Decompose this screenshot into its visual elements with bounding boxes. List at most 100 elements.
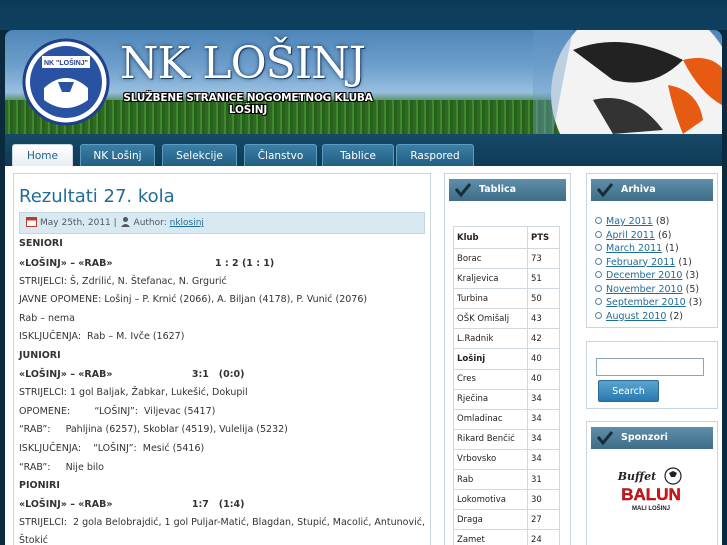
table-row: Rječina 34: [453, 388, 560, 410]
archive-link[interactable]: February 2011: [606, 257, 675, 268]
author-link[interactable]: nklosinj: [170, 218, 204, 228]
archive-count: (2): [669, 310, 683, 322]
post-meta: May 25th, 2011 | Author: nklosinj: [19, 212, 425, 234]
search-button[interactable]: Search: [598, 380, 659, 402]
author-label: Author:: [133, 218, 167, 228]
nav-home[interactable]: Home: [12, 144, 73, 166]
post-line: OPOMENE: “LOŠINJ”: Viljevac (5417): [19, 406, 216, 417]
checkmark-icon: [597, 183, 613, 197]
table-cell-club: Kraljevica: [453, 268, 528, 290]
post-line: ISKLJUČENJA: “LOŠINJ”: Mesić (5416): [19, 443, 205, 454]
archive-count: (8): [655, 216, 670, 227]
nav-nk-losinj[interactable]: NK Lošinj: [80, 144, 155, 166]
table-row: L.Radnik 42: [453, 328, 560, 350]
post: Rezultati 27. kola May 25th, 2011 | Auth…: [13, 173, 431, 545]
bullet-icon: [595, 257, 602, 265]
post-line: Rab – nema: [19, 313, 75, 324]
widget-title: Sponzori: [591, 427, 713, 449]
table-cell-pts: 73: [527, 247, 560, 270]
arhiva-title: Arhiva: [621, 184, 656, 195]
sponsor-logo[interactable]: Buffet BALUN MALI LOŠINJ: [611, 466, 691, 514]
table-cell-club: Borac: [453, 247, 528, 270]
table-cell-club: L.Radnik: [453, 328, 528, 350]
post-title[interactable]: Rezultati 27. kola: [19, 186, 175, 207]
archive-link[interactable]: May 2011: [606, 216, 653, 227]
archive-count: (1): [678, 256, 692, 268]
table-cell-pts: 31: [527, 469, 560, 491]
table-row: Omladinac 34: [453, 408, 560, 430]
widget-title: Tablica: [449, 179, 566, 201]
table-cell-pts: 40: [527, 368, 560, 390]
table-cell-club: Rikard Benčić: [453, 428, 528, 450]
sponzori-title: Sponzori: [621, 432, 668, 443]
checkmark-icon: [455, 183, 471, 197]
archive-list: May 2011 (8) April 2011 (6) March 2011 (1)…: [595, 215, 702, 323]
post-line: «LOŠINJ» – «RAB» 1:7 (1:4): [19, 499, 245, 510]
post-line: JAVNE OPOMENE: Lošinj – P. Krnić (2066),…: [19, 294, 368, 305]
bullet-icon: [595, 217, 602, 224]
archive-count: (6): [657, 229, 672, 241]
table-header-pts: PTS: [527, 226, 560, 249]
table-row: Lokomotiva 30: [453, 489, 560, 511]
search-input[interactable]: [596, 358, 704, 376]
archive-link[interactable]: August 2010: [606, 311, 666, 322]
bullet-icon: [595, 284, 602, 292]
archive-count: (5): [685, 283, 700, 295]
tablica-title: Tablica: [479, 184, 517, 195]
site-title[interactable]: NK LOŠINJ: [120, 38, 366, 89]
league-table: Klub PTS Borac 73 Kraljevica 51 Turbina 50 OŠK…: [453, 226, 560, 545]
post-line: STRIJELCI: Š, Zdrilić, N. Štefanac, N. G…: [19, 276, 227, 287]
post-line: ISKLJUČENJA: Rab – M. Ivče (1627): [19, 331, 185, 342]
table-row: Cres 40: [453, 368, 560, 390]
sponsors-widget: Sponzori Buffet BALUN MALI LOŠINJ: [586, 421, 718, 545]
table-cell-pts: 34: [527, 428, 560, 450]
table-cell-club: Rječina: [453, 388, 528, 410]
club-logo[interactable]: NK "LOŠINJ": [22, 38, 110, 126]
table-row: Vrbovsko 34: [453, 448, 560, 471]
logo-text: NK "LOŠINJ": [44, 58, 88, 67]
archive-item: February 2011 (1): [595, 256, 702, 270]
table-row: Rab 31: [453, 469, 560, 491]
football-image: [533, 30, 722, 134]
archive-link[interactable]: April 2011: [606, 230, 655, 241]
main-navigation: Home NK Lošinj Selekcije Članstvo Tablic…: [5, 134, 722, 166]
table-cell-club: Rab: [453, 469, 528, 491]
table-row: OŠK Omišalj 43: [453, 308, 560, 330]
archive-link[interactable]: December 2010: [606, 270, 682, 281]
table-row: Rikard Benčić 34: [453, 428, 560, 450]
table-cell-club: Lokomotiva: [453, 489, 528, 511]
table-cell-club: Vrbovsko: [453, 448, 528, 471]
post-line: “RAB”: Pahljina (6257), Skoblar (4519), …: [19, 424, 288, 435]
nav-selekcije[interactable]: Selekcije: [162, 144, 237, 166]
content-area: Rezultati 27. kola May 25th, 2011 | Auth…: [5, 166, 722, 545]
archive-item: August 2010 (2): [595, 310, 702, 324]
table-row: Draga 27: [453, 509, 560, 531]
table-row: Turbina 50: [453, 288, 560, 310]
svg-text:Buffet: Buffet: [617, 470, 656, 483]
archive-count: (3): [688, 297, 703, 308]
archive-link[interactable]: September 2010: [606, 297, 686, 308]
archive-item: November 2010 (5): [595, 283, 702, 297]
svg-text:MALI LOŠINJ: MALI LOŠINJ: [632, 504, 670, 512]
checkmark-icon: [597, 431, 613, 445]
nav-clanstvo[interactable]: Članstvo: [244, 144, 317, 166]
table-cell-club: Zamet: [453, 529, 528, 545]
nav-raspored[interactable]: Raspored: [396, 144, 474, 166]
archive-count: (1): [665, 243, 679, 254]
table-row: Kraljevica 51: [453, 268, 560, 290]
table-cell-club: Lošinj: [453, 348, 528, 370]
table-cell-pts: 43: [527, 308, 560, 330]
post-line: “RAB”: Nije bilo: [19, 462, 104, 473]
table-cell-club: OŠK Omišalj: [453, 308, 528, 330]
league-table-widget: Tablica Klub PTS Borac 73 Kraljevica 51 Turb…: [444, 173, 571, 545]
post-line: PIONIRI: [19, 480, 60, 491]
bullet-icon: [595, 311, 602, 319]
nav-tablice[interactable]: Tablice: [322, 144, 394, 166]
archive-link[interactable]: November 2010: [606, 284, 683, 295]
archive-link[interactable]: March 2011: [606, 243, 662, 254]
post-line: Štokić: [19, 535, 48, 545]
table-header-club: Klub: [453, 226, 528, 249]
svg-text:BALUN: BALUN: [621, 485, 681, 504]
table-row: Borac 73: [453, 247, 560, 270]
table-cell-pts: 34: [527, 408, 560, 430]
